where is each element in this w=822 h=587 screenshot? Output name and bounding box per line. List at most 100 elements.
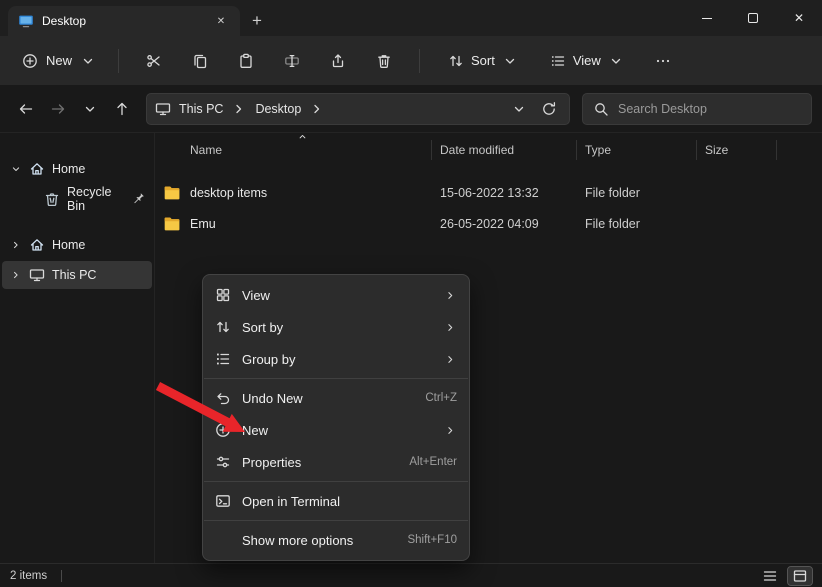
file-name-cell[interactable]: desktop items xyxy=(155,184,432,202)
up-button[interactable] xyxy=(108,95,136,123)
chevron-right-icon[interactable] xyxy=(10,239,22,251)
paste-button[interactable] xyxy=(227,44,265,78)
copy-icon xyxy=(192,53,208,69)
tab-title: Desktop xyxy=(42,14,204,28)
menu-item-label: View xyxy=(242,288,433,303)
menu-item-label: Properties xyxy=(242,455,398,470)
maximize-button[interactable] xyxy=(730,0,776,36)
arrow-right-icon xyxy=(50,101,66,117)
command-bar: New Sort View xyxy=(0,36,822,85)
file-name-cell[interactable]: Emu xyxy=(155,215,432,233)
plus-circle-icon xyxy=(215,422,231,438)
file-rows: desktop items 15-06-2022 13:32 File fold… xyxy=(155,177,822,239)
address-dropdown-icon[interactable] xyxy=(511,101,527,117)
rename-button[interactable] xyxy=(273,44,311,78)
address-bar[interactable]: This PC Desktop xyxy=(146,93,570,125)
sidebar-item-recycle-bin[interactable]: Recycle Bin xyxy=(2,185,152,213)
minimize-icon xyxy=(702,18,712,19)
file-type: File folder xyxy=(577,186,697,200)
new-button[interactable]: New xyxy=(12,46,106,76)
share-button[interactable] xyxy=(319,44,357,78)
menu-item-group-by[interactable]: Group by xyxy=(203,343,469,375)
column-label: Date modified xyxy=(440,143,514,157)
forward-button[interactable] xyxy=(44,95,72,123)
item-count: 2 items xyxy=(10,570,47,582)
minimize-button[interactable] xyxy=(684,0,730,36)
ellipsis-icon xyxy=(655,53,671,69)
menu-item-show-more-options[interactable]: Show more options Shift+F10 xyxy=(203,524,469,556)
chevron-right-icon[interactable] xyxy=(309,101,325,117)
submenu-chevron-icon xyxy=(444,321,457,334)
sidebar-item-home-tree[interactable]: Home xyxy=(2,231,152,259)
large-icons-view-toggle[interactable] xyxy=(788,567,812,585)
home-icon xyxy=(29,161,45,177)
this-pc-icon xyxy=(29,267,45,283)
sort-icon xyxy=(215,319,231,335)
menu-item-sort-by[interactable]: Sort by xyxy=(203,311,469,343)
sidebar-item-label: Home xyxy=(52,238,85,252)
menu-item-label: Sort by xyxy=(242,320,433,335)
menu-item-view[interactable]: View xyxy=(203,279,469,311)
column-header-type[interactable]: Type xyxy=(577,140,697,160)
view-button[interactable]: View xyxy=(540,46,634,76)
menu-item-open-in-terminal[interactable]: Open in Terminal xyxy=(203,485,469,517)
table-row[interactable]: desktop items 15-06-2022 13:32 File fold… xyxy=(155,177,822,208)
refresh-icon[interactable] xyxy=(541,101,557,117)
sort-button-label: Sort xyxy=(471,53,495,68)
view-toggles xyxy=(758,567,812,585)
column-header-size[interactable]: Size xyxy=(697,140,777,160)
chevron-right-icon[interactable] xyxy=(231,101,247,117)
column-label: Type xyxy=(585,143,611,157)
chevron-down-icon xyxy=(502,53,518,69)
column-label: Size xyxy=(705,143,728,157)
chevron-down-icon[interactable] xyxy=(10,163,22,175)
new-tab-button[interactable]: + xyxy=(240,6,274,36)
column-header-date-modified[interactable]: Date modified xyxy=(432,140,577,160)
details-view-toggle[interactable] xyxy=(758,567,782,585)
sort-button[interactable]: Sort xyxy=(438,46,528,76)
column-header-name[interactable]: Name xyxy=(155,140,432,160)
navigation-pane: Home Recycle Bin Home This PC xyxy=(0,133,155,563)
column-headers: Name Date modified Type Size xyxy=(155,135,822,165)
menu-item-undo-new[interactable]: Undo New Ctrl+Z xyxy=(203,382,469,414)
menu-separator xyxy=(204,481,468,482)
search-input[interactable] xyxy=(618,102,801,116)
table-row[interactable]: Emu 26-05-2022 04:09 File folder xyxy=(155,208,822,239)
folder-icon xyxy=(163,215,181,233)
copy-button[interactable] xyxy=(181,44,219,78)
cut-button[interactable] xyxy=(135,44,173,78)
view-button-label: View xyxy=(573,53,601,68)
explorer-tab[interactable]: Desktop ✕ xyxy=(8,6,240,36)
recent-locations-button[interactable] xyxy=(76,95,104,123)
sidebar-item-this-pc[interactable]: This PC xyxy=(2,261,152,289)
arrow-left-icon xyxy=(18,101,34,117)
more-options-button[interactable] xyxy=(644,44,682,78)
breadcrumb-this-pc[interactable]: This PC xyxy=(175,99,227,119)
menu-item-label: New xyxy=(242,423,433,438)
menu-separator xyxy=(204,378,468,379)
back-button[interactable] xyxy=(12,95,40,123)
file-date: 15-06-2022 13:32 xyxy=(432,186,577,200)
sidebar-item-label: This PC xyxy=(52,268,96,282)
submenu-chevron-icon xyxy=(444,353,457,366)
chevron-down-icon xyxy=(80,53,96,69)
cut-icon xyxy=(146,53,162,69)
file-date: 26-05-2022 04:09 xyxy=(432,217,577,231)
menu-icon-spacer xyxy=(215,532,231,548)
delete-button[interactable] xyxy=(365,44,403,78)
menu-item-new[interactable]: New xyxy=(203,414,469,446)
menu-item-shortcut: Shift+F10 xyxy=(407,534,457,546)
tab-close-button[interactable]: ✕ xyxy=(212,12,230,30)
search-box[interactable] xyxy=(582,93,812,125)
menu-item-label: Show more options xyxy=(242,533,396,548)
address-bar-tools xyxy=(511,101,561,117)
close-button[interactable]: ✕ xyxy=(776,0,822,36)
chevron-right-icon[interactable] xyxy=(10,269,22,281)
view-icon xyxy=(550,53,566,69)
sidebar-item-home[interactable]: Home xyxy=(2,155,152,183)
menu-item-properties[interactable]: Properties Alt+Enter xyxy=(203,446,469,478)
submenu-chevron-icon xyxy=(444,424,457,437)
breadcrumb-desktop[interactable]: Desktop xyxy=(251,99,305,119)
menu-item-shortcut: Ctrl+Z xyxy=(425,392,457,404)
menu-item-shortcut: Alt+Enter xyxy=(409,456,457,468)
